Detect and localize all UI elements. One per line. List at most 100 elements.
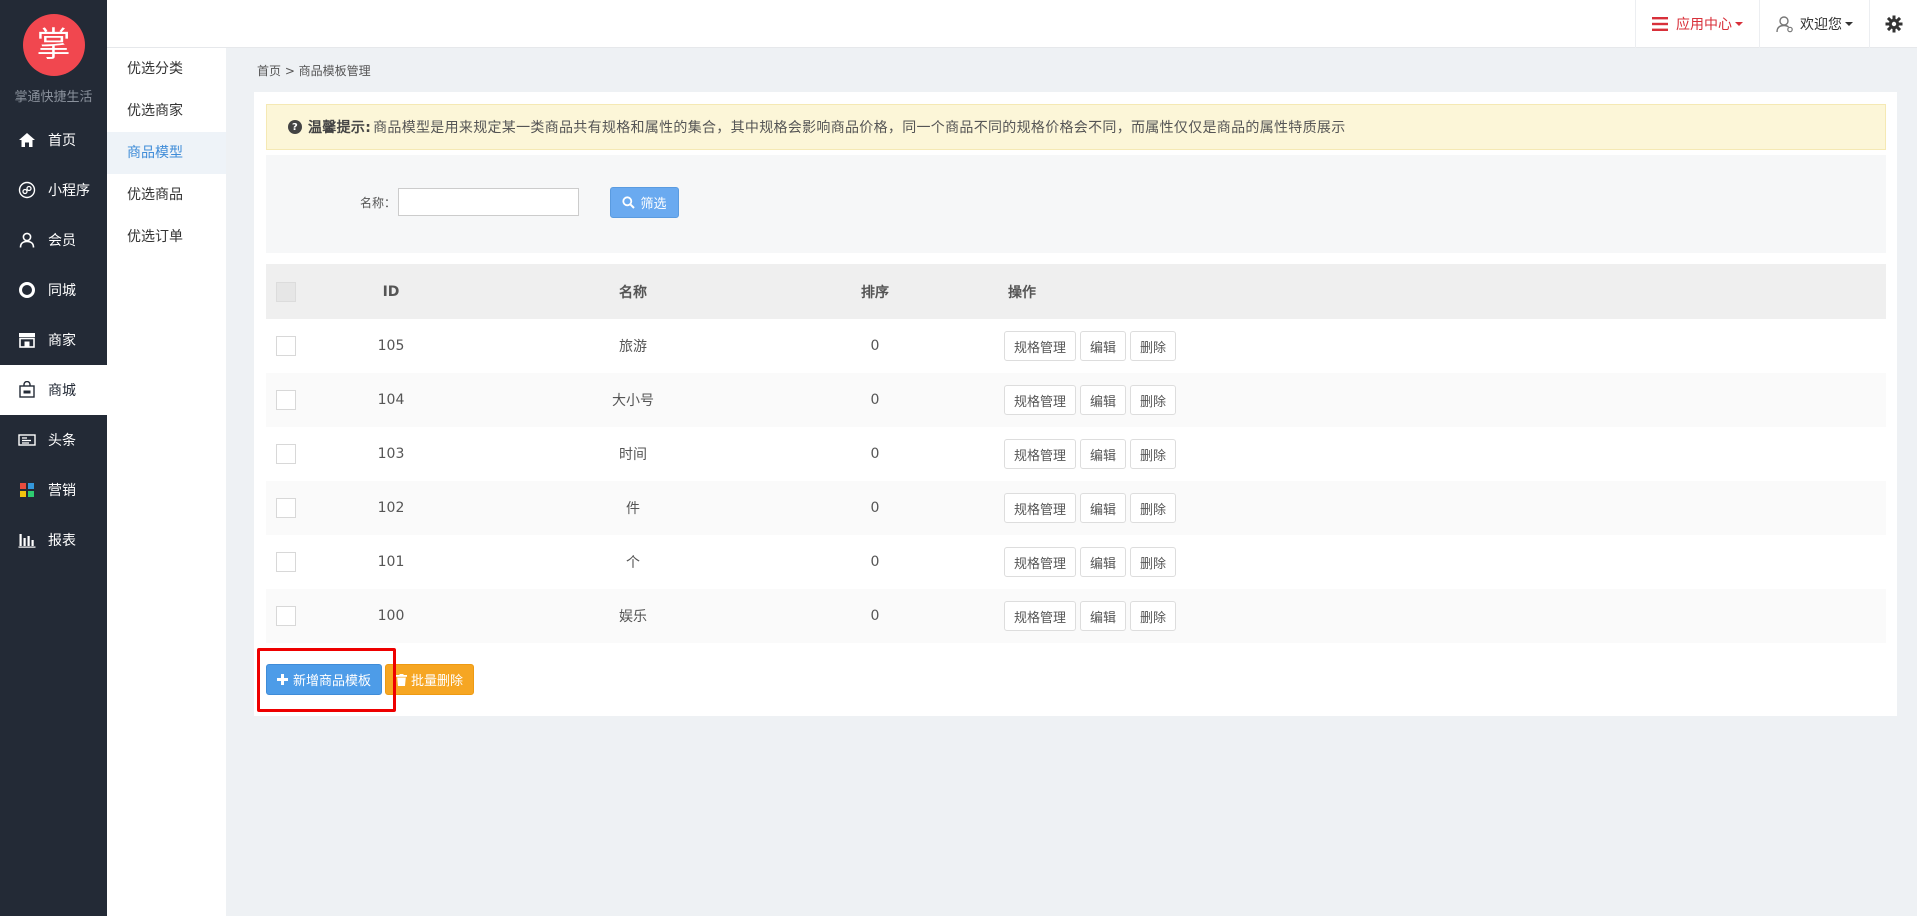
cell-name: 大小号 [612,393,654,409]
sidebar-item-3[interactable]: 同城 [0,265,107,315]
main-sidebar: 掌 掌通快捷生活 首页小程序会员同城商家商城 头条 营销 报表 [0,0,107,916]
sidebar-item-7[interactable]: 营销 [0,465,107,515]
spec-manage-button[interactable]: 规格管理 [1004,493,1077,523]
chevron-down-icon [1735,22,1743,26]
sidebar-item-0[interactable]: 首页 [0,115,107,165]
cell-sort: 0 [870,392,880,408]
column-header-name[interactable]: 名称 [476,282,790,302]
bar-chart-icon [16,532,38,548]
top-bar: 应用中心 欢迎您 [107,0,1917,48]
sidebar-item-6[interactable]: 头条 [0,415,107,465]
cell-name: 个 [626,555,640,571]
user-dropdown[interactable]: 欢迎您 [1759,0,1869,48]
cell-sort: 0 [870,446,880,462]
bulk-actions: 新增商品模板 批量删除 [266,664,475,695]
cell-id: 102 [377,500,405,516]
subnav-item-3[interactable]: 优选商品 [107,174,226,216]
cell-actions: 规格管理 编辑 删除 [960,439,1886,469]
row-checkbox[interactable] [276,444,296,464]
subnav-item-0[interactable]: 优选分类 [107,48,226,90]
brand-logo[interactable]: 掌 [22,14,85,76]
delete-button[interactable]: 删除 [1130,331,1177,361]
sidebar-item-8[interactable]: 报表 [0,515,107,565]
delete-button[interactable]: 删除 [1130,493,1177,523]
row-checkbox[interactable] [276,606,296,626]
table-row: 101 个 0 规格管理 编辑 删除 [266,535,1886,589]
cell-actions: 规格管理 编辑 删除 [960,331,1886,361]
cell-sort: 0 [870,500,880,516]
delete-button[interactable]: 删除 [1130,439,1177,469]
edit-button[interactable]: 编辑 [1080,493,1127,523]
trash-icon [396,673,408,686]
add-model-button[interactable]: 新增商品模板 [266,664,383,695]
sidebar-item-label: 商家 [48,333,76,349]
delete-button[interactable]: 删除 [1130,385,1177,415]
sidebar-item-label: 首页 [48,133,76,149]
tip-title: 温馨提示: [308,120,372,136]
row-checkbox[interactable] [276,498,296,518]
select-all-checkbox[interactable] [276,281,296,302]
filter-button-label: 筛选 [640,197,667,212]
subnav-item-4[interactable]: 优选订单 [107,216,226,258]
edit-button[interactable]: 编辑 [1080,601,1127,631]
table-row: 105 旅游 0 规格管理 编辑 删除 [266,319,1886,373]
cell-sort: 0 [870,554,880,570]
column-header-id[interactable]: ID [306,284,476,300]
sidebar-item-5[interactable]: 商城 [0,365,107,415]
spec-manage-button[interactable]: 规格管理 [1004,601,1077,631]
menu-icon [1652,17,1668,31]
delete-button[interactable]: 删除 [1130,601,1177,631]
cell-sort: 0 [870,608,880,624]
table-row: 103 时间 0 规格管理 编辑 删除 [266,427,1886,481]
table-header-row: ID 名称 排序 操作 [266,264,1886,319]
user-icon [16,232,38,248]
shop-icon [16,381,38,399]
cell-name: 娱乐 [619,609,647,625]
sidebar-item-label: 小程序 [48,183,90,199]
secondary-sidebar: 优选分类 优选商家 商品模型 优选商品 优选订单 [107,48,226,916]
add-model-label: 新增商品模板 [293,674,372,689]
app-center-label: 应用中心 [1676,17,1732,33]
store-icon [16,332,38,348]
chevron-down-icon [1845,22,1853,26]
filter-button[interactable]: 筛选 [610,187,679,218]
row-checkbox[interactable] [276,336,296,356]
edit-button[interactable]: 编辑 [1080,331,1127,361]
miniprogram-icon [16,181,38,199]
table-row: 100 娱乐 0 规格管理 编辑 删除 [266,589,1886,643]
edit-button[interactable]: 编辑 [1080,385,1127,415]
ticket-icon [16,433,38,447]
model-table: ID 名称 排序 操作 105 旅游 0 规格管理 编辑 删除 104 大小号 0 规格管理 编辑删… [266,264,1886,643]
cell-id: 100 [377,608,405,624]
column-header-sort[interactable]: 排序 [790,282,960,302]
spec-manage-button[interactable]: 规格管理 [1004,547,1077,577]
cell-name: 旅游 [619,339,647,355]
sidebar-item-1[interactable]: 小程序 [0,165,107,215]
edit-button[interactable]: 编辑 [1080,439,1127,469]
table-row: 104 大小号 0 规格管理 编辑 删除 [266,373,1886,427]
spec-manage-button[interactable]: 规格管理 [1004,331,1077,361]
name-filter-input[interactable] [398,188,579,216]
brand-name: 掌通快捷生活 [14,90,93,105]
sidebar-item-label: 同城 [48,283,76,299]
spec-manage-button[interactable]: 规格管理 [1004,439,1077,469]
name-filter-label: 名称： [360,196,397,210]
row-checkbox[interactable] [276,552,296,572]
subnav-item-1[interactable]: 优选商家 [107,90,226,132]
delete-button[interactable]: 删除 [1130,547,1177,577]
row-checkbox[interactable] [276,390,296,410]
edit-button[interactable]: 编辑 [1080,547,1127,577]
plus-icon [277,674,288,685]
sidebar-item-4[interactable]: 商家 [0,315,107,365]
settings-button[interactable] [1869,0,1917,48]
welcome-label: 欢迎您 [1800,17,1842,33]
sidebar-item-label: 会员 [48,233,76,249]
sidebar-item-2[interactable]: 会员 [0,215,107,265]
spec-manage-button[interactable]: 规格管理 [1004,385,1077,415]
subnav-item-2[interactable]: 商品模型 [107,132,226,174]
grid-icon [16,482,38,498]
cell-actions: 规格管理 编辑 删除 [960,601,1886,631]
app-center-dropdown[interactable]: 应用中心 [1635,0,1759,48]
gear-icon [1885,15,1902,33]
batch-delete-button[interactable]: 批量删除 [385,664,475,695]
